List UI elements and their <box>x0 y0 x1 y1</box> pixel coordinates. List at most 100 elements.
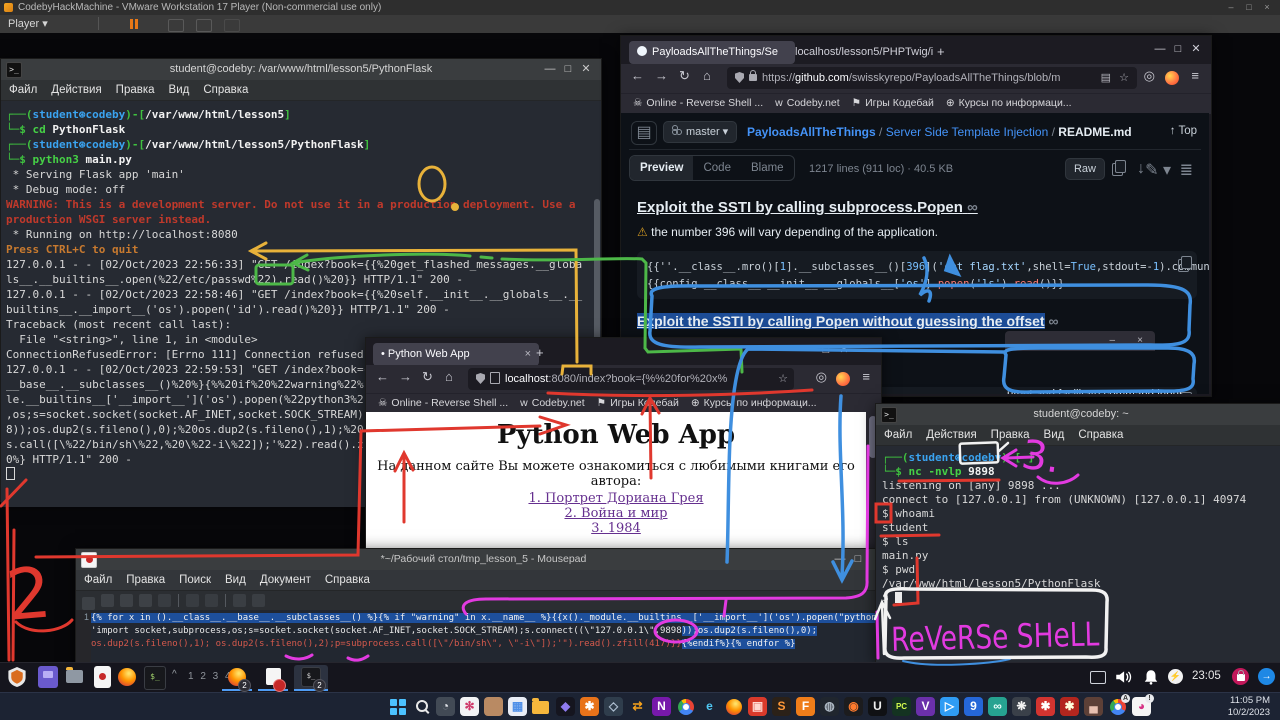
gauge-app-icon[interactable]: ◔ <box>436 697 455 716</box>
bookmark-star-icon[interactable]: ☆ <box>1119 67 1129 89</box>
windows-clock[interactable]: 11:05 PM 10/2/2023 <box>1228 695 1270 719</box>
bookmark-item[interactable]: ⚑Игры Кодебай <box>840 97 934 109</box>
printer-app-icon[interactable]: ▄ <box>1084 697 1103 716</box>
clock-linux[interactable]: 23:05 <box>1192 670 1221 682</box>
vm-maximize-button[interactable]: □ <box>1242 2 1256 13</box>
taskbar-firefox-button[interactable]: 2 <box>222 665 252 691</box>
toolbar-icon[interactable] <box>120 594 133 607</box>
pocket-icon[interactable]: ◎ <box>816 369 827 385</box>
download-icon[interactable]: ↓ <box>1137 160 1145 178</box>
terminal-output[interactable]: ┌──(student⊛codeby)-[~]└─$ nc -nvlp 9898… <box>876 446 1280 667</box>
chrome-profile-icon[interactable]: A <box>1108 697 1127 716</box>
tab-preview[interactable]: Preview <box>630 156 693 180</box>
tab-localhost-phptwig[interactable]: localhost/lesson5/PHPTwig/i× <box>787 41 943 64</box>
file-explorer-icon[interactable] <box>532 697 551 716</box>
toolbar-icon[interactable] <box>101 594 114 607</box>
panel-expander[interactable]: ^ <box>172 669 177 680</box>
close-button[interactable]: × <box>1137 331 1143 351</box>
tracking-shield-icon[interactable] <box>476 373 485 384</box>
menu-item[interactable]: Вид <box>1044 429 1065 441</box>
menu-item[interactable]: Поиск <box>179 574 211 586</box>
kali-menu-icon[interactable] <box>5 666 29 688</box>
menu-item[interactable]: Действия <box>926 429 976 441</box>
copy-file-icon[interactable] <box>1112 163 1123 176</box>
toolbar-icon[interactable] <box>186 594 199 607</box>
toolbar-icon[interactable] <box>158 594 171 607</box>
min-button[interactable]: — <box>831 549 849 570</box>
back-to-top-link[interactable]: ↑ Top <box>1170 125 1197 137</box>
volume-icon[interactable] <box>1114 668 1132 686</box>
book-link-2[interactable]: 2. Война и мир <box>564 506 667 521</box>
menu-item[interactable]: Правка <box>991 429 1030 441</box>
taskbar-terminal-button[interactable]: $_2 <box>294 665 328 691</box>
menu-item[interactable]: Справка <box>203 84 248 96</box>
slack-icon[interactable]: ✻ <box>460 697 479 716</box>
app-menu-icon[interactable]: ≡ <box>1191 68 1199 83</box>
editor-content[interactable]: {% for x in ().__class__.__base__.__subc… <box>91 610 891 664</box>
copy-code-icon[interactable] <box>1178 259 1189 272</box>
vm-close-button[interactable]: × <box>1260 2 1274 13</box>
hornet-app-icon[interactable]: ❋ <box>1012 697 1031 716</box>
menu-item[interactable]: Правка <box>126 574 165 586</box>
updates-icon[interactable]: ⚡ <box>1168 669 1183 684</box>
notification-bell-icon[interactable] <box>1142 668 1160 686</box>
pie-app-icon[interactable]: ◕! <box>1132 697 1151 716</box>
max-button[interactable]: □ <box>559 59 577 80</box>
heading-subprocess-popen[interactable]: Exploit the SSTI by calling subprocess.P… <box>637 199 978 216</box>
red-app-icon[interactable]: ▣ <box>748 697 767 716</box>
calendar-icon[interactable]: ▦ <box>508 697 527 716</box>
start-button[interactable] <box>388 697 407 716</box>
bookmark-star-icon[interactable]: ☆ <box>778 368 788 390</box>
breadcrumb-repo[interactable]: PayloadsAllTheThings <box>747 125 876 139</box>
vmware-icon[interactable]: ✱ <box>580 697 599 716</box>
menu-item[interactable]: Документ <box>260 574 311 586</box>
tab-close-icon[interactable]: × <box>525 343 531 366</box>
min-button[interactable]: — <box>799 344 817 356</box>
bookmark-item[interactable]: ☠Online - Reverse Shell ... <box>621 97 763 109</box>
player-menu[interactable]: Player ▾ <box>8 17 48 30</box>
toolbar-icon[interactable] <box>252 594 265 607</box>
back-icon[interactable]: ← <box>631 68 644 83</box>
edit-pencil-icon[interactable]: ✎ ▾ <box>1145 160 1171 180</box>
branch-selector[interactable]: master ▾ <box>663 121 737 143</box>
portrait-app-icon[interactable] <box>484 697 503 716</box>
onenote-icon[interactable]: N <box>652 697 671 716</box>
vscode-icon[interactable]: ▷ <box>940 697 959 716</box>
book-link-3[interactable]: 3. 1984 <box>591 521 641 536</box>
sublime-icon[interactable]: S <box>772 697 791 716</box>
desktop-app-icon[interactable] <box>38 666 58 688</box>
menu-item[interactable]: Справка <box>325 574 370 586</box>
bookmark-item[interactable]: ⊕Курсы по информаци... <box>934 97 1072 109</box>
menu-item[interactable]: Файл <box>84 574 112 586</box>
toolbar-icon[interactable] <box>82 597 95 610</box>
search-icon[interactable] <box>412 697 431 716</box>
outline-icon[interactable]: ≣ <box>1180 160 1193 180</box>
blender-icon[interactable]: ◉ <box>844 697 863 716</box>
url-bar[interactable]: https://github.com/swisskyrepo/PayloadsA… <box>727 67 1137 89</box>
menu-item[interactable]: Действия <box>51 84 101 96</box>
new-tab-button[interactable]: + <box>937 44 945 59</box>
firefox-icon[interactable] <box>724 697 743 716</box>
tab-code[interactable]: Code <box>693 156 741 180</box>
vm-minimize-button[interactable]: – <box>1224 2 1238 13</box>
f-app-icon[interactable]: F <box>796 697 815 716</box>
tab-blame[interactable]: Blame <box>741 156 794 180</box>
forward-icon[interactable]: → <box>399 369 412 384</box>
heading-popen-offset[interactable]: Exploit the SSTI by calling Popen withou… <box>637 313 1058 329</box>
max-button[interactable]: □ <box>817 344 835 356</box>
reload-icon[interactable]: ↻ <box>422 369 433 385</box>
file-manager-icon[interactable] <box>66 666 83 688</box>
tab-python-web-app[interactable]: • Python Web App× <box>373 343 539 366</box>
new-tab-button[interactable]: + <box>536 345 544 360</box>
min-button[interactable]: – <box>1109 331 1115 351</box>
shield-app-icon[interactable]: ◇ <box>604 697 623 716</box>
max-button[interactable]: □ <box>849 549 867 570</box>
terminal-launcher-icon[interactable]: $_ <box>144 666 166 690</box>
app-menu-icon[interactable]: ≡ <box>862 369 870 384</box>
bookmark-item[interactable]: ⚑Игры Кодебай <box>585 397 679 409</box>
chrome-icon[interactable] <box>676 697 695 716</box>
terminal-titlebar[interactable]: >_ student@codeby: ~ <box>876 404 1280 425</box>
menu-item[interactable]: Файл <box>9 84 37 96</box>
unreal-icon[interactable]: U <box>868 697 887 716</box>
raw-button[interactable]: Raw <box>1065 158 1105 180</box>
